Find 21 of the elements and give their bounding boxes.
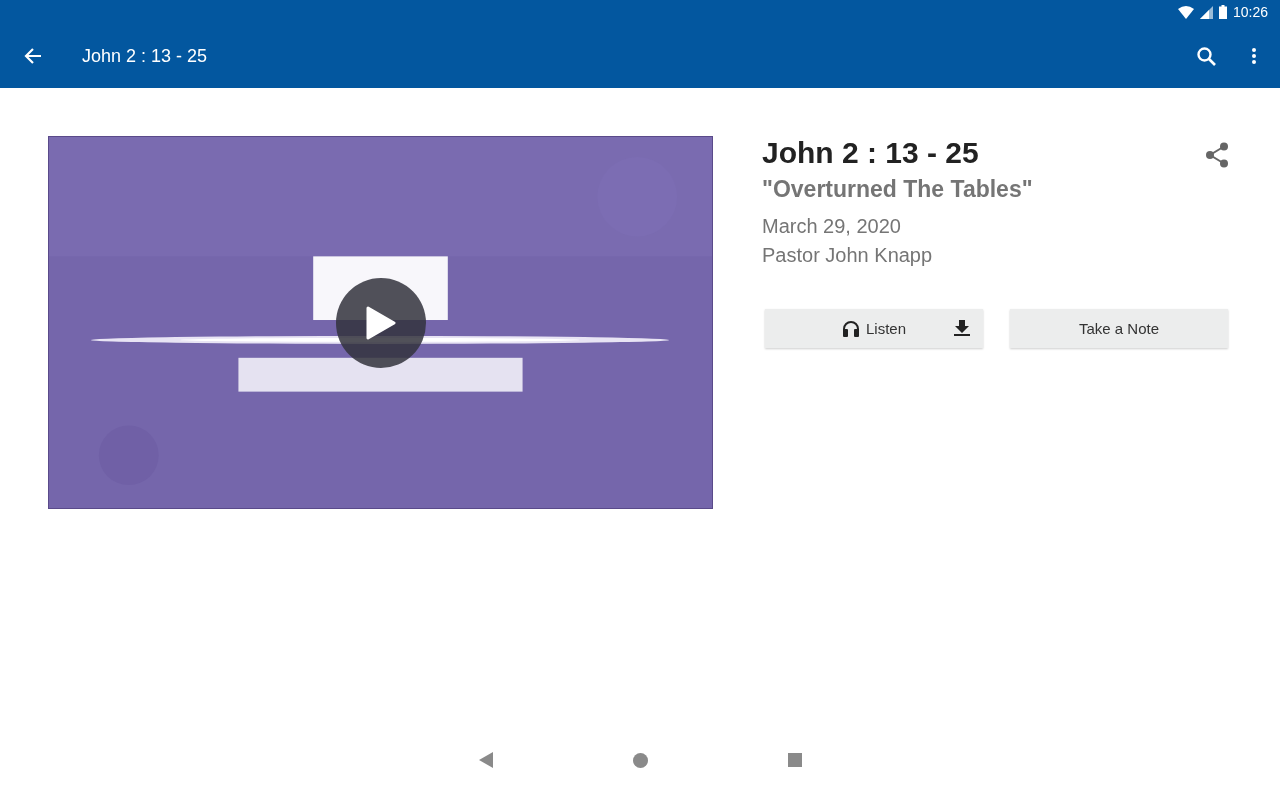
- speaker-name: Pastor John Knapp: [762, 244, 934, 267]
- listen-button[interactable]: Listen: [765, 309, 983, 348]
- play-icon: [366, 306, 396, 340]
- download-icon[interactable]: [953, 319, 971, 337]
- wifi-icon: [1177, 5, 1194, 19]
- sermon-title: John 2 : 13 - 25: [762, 136, 980, 170]
- back-button[interactable]: [24, 48, 42, 64]
- app-bar-title: John 2 : 13 - 25: [82, 45, 209, 67]
- nav-recents-button[interactable]: [787, 753, 802, 767]
- headphones-icon: [842, 320, 860, 337]
- share-button[interactable]: [1205, 142, 1229, 168]
- more-menu-button[interactable]: [1252, 48, 1256, 64]
- signal-icon: [1199, 5, 1213, 19]
- status-time: 10:26: [1232, 4, 1268, 20]
- sermon-subtitle: "Overturned The Tables": [762, 176, 1033, 203]
- search-button[interactable]: [1197, 46, 1216, 66]
- sermon-date: March 29, 2020: [762, 215, 902, 238]
- nav-home-button[interactable]: [632, 752, 648, 768]
- nav-back-button[interactable]: [478, 752, 493, 768]
- note-button[interactable]: Take a Note: [1010, 309, 1228, 348]
- battery-icon: [1218, 5, 1227, 19]
